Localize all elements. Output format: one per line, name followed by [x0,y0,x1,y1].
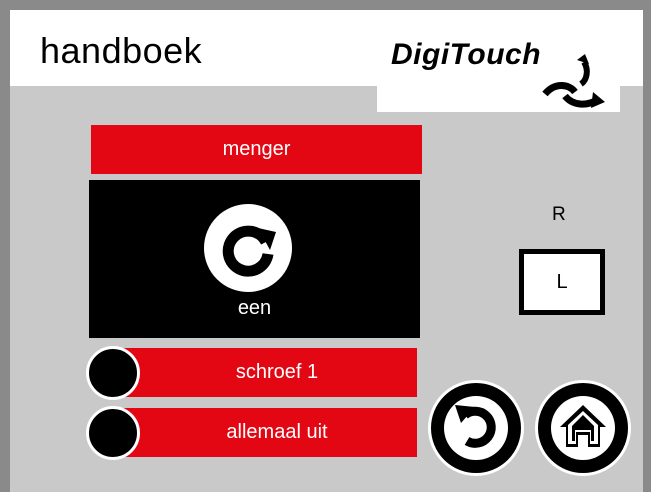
back-button[interactable] [428,380,524,476]
rotation-arrows-icon [542,54,605,108]
screw-1-button[interactable]: schroef 1 [111,348,417,397]
mixer-status-panel[interactable]: een [89,180,420,338]
mixer-button[interactable]: menger [91,125,422,174]
all-off-indicator [86,406,140,460]
direction-right-label: R [552,204,566,225]
direction-toggle-button[interactable]: L [519,249,605,315]
home-icon [551,396,615,460]
digitouch-logo: DigiTouch [377,24,620,112]
home-button[interactable] [535,380,631,476]
hmi-screen: handboek DigiTouch menger een R L schroe… [0,0,651,492]
rotate-clockwise-icon [204,204,292,292]
screw-1-indicator [86,346,140,400]
direction-toggle-label: L [524,254,600,310]
all-off-button[interactable]: allemaal uit [111,408,417,457]
back-arrow-icon [444,396,508,460]
mixer-state-label: een [237,297,272,319]
page-title: handboek [40,30,203,71]
logo-text: DigiTouch [391,38,542,71]
